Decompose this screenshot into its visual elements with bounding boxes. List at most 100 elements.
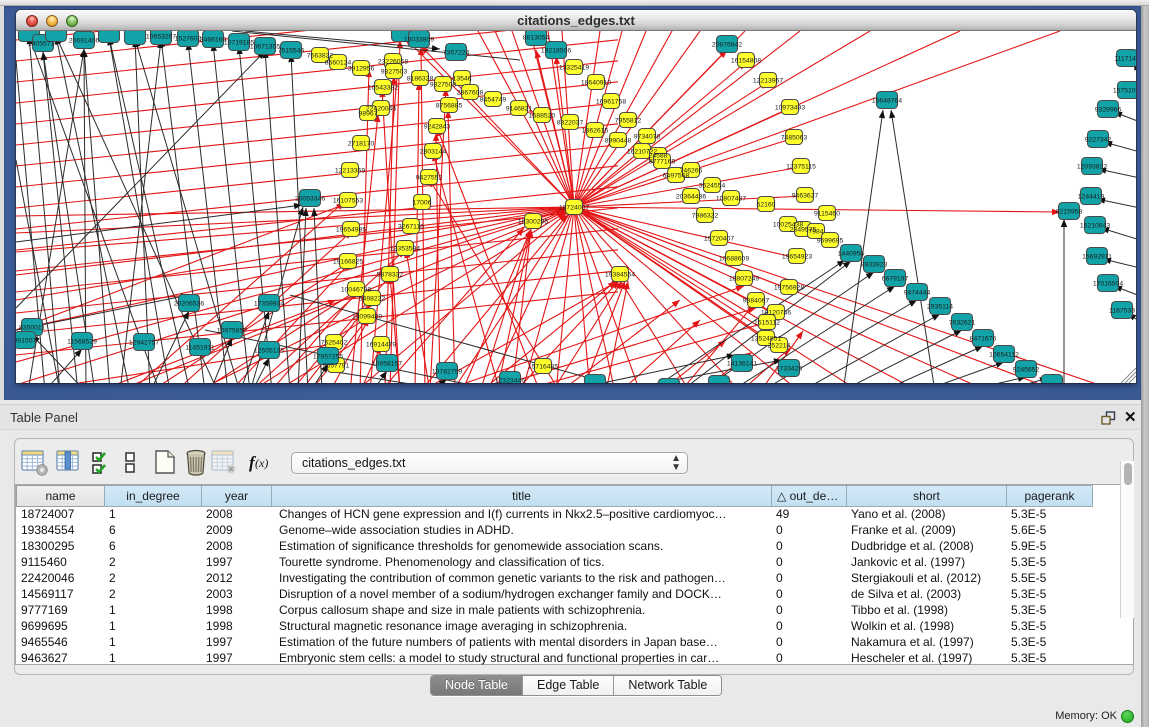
svg-text:7357224: 7357224 (443, 49, 470, 56)
svg-text:15720407: 15720407 (704, 235, 734, 242)
svg-text:7986322: 7986322 (692, 212, 719, 219)
svg-text:8215958: 8215958 (1056, 208, 1083, 215)
svg-text:8454749: 8454749 (480, 96, 507, 103)
svg-text:19218506: 19218506 (541, 47, 571, 54)
svg-text:12353594: 12353594 (390, 245, 420, 252)
svg-text:1167533: 1167533 (1109, 307, 1135, 314)
svg-text:9427552: 9427552 (416, 174, 443, 181)
svg-text:16961758: 16961758 (596, 98, 626, 105)
svg-text:9699695: 9699695 (817, 237, 844, 244)
svg-text:6679197: 6679197 (882, 275, 909, 282)
svg-text:1733426: 1733426 (776, 365, 803, 372)
svg-text:1362615: 1362615 (582, 127, 609, 134)
svg-text:2718170: 2718170 (348, 140, 375, 147)
svg-text:5498222: 5498222 (359, 295, 386, 302)
svg-text:1615112: 1615112 (754, 319, 780, 326)
svg-text:14099489: 14099489 (352, 313, 382, 320)
svg-text:1244419: 1244419 (1078, 193, 1105, 200)
svg-text:10671355: 10671355 (250, 43, 280, 50)
svg-text:12375115: 12375115 (786, 163, 816, 170)
svg-text:8322037: 8322037 (557, 119, 584, 126)
svg-text:8813054: 8813054 (523, 34, 550, 41)
svg-text:9384067: 9384067 (743, 297, 770, 304)
svg-text:10543382: 10543382 (368, 84, 398, 91)
svg-text:13546: 13546 (453, 75, 472, 82)
svg-text:9327508: 9327508 (430, 81, 457, 88)
svg-text:20053346: 20053346 (295, 195, 325, 202)
svg-text:13524851: 13524851 (751, 335, 781, 342)
svg-text:12942757: 12942757 (129, 339, 159, 346)
svg-text:8471676: 8471676 (970, 335, 997, 342)
svg-text:19166825: 19166825 (333, 258, 363, 265)
svg-text:9115460: 9115460 (814, 210, 840, 217)
svg-text:7632621: 7632621 (949, 319, 976, 326)
svg-text:3624554: 3624554 (699, 182, 726, 189)
svg-text:14136141: 14136141 (727, 360, 757, 367)
svg-text:19756928: 19756928 (774, 284, 804, 291)
svg-text:98967: 98967 (359, 110, 378, 117)
svg-text:2935114: 2935114 (927, 303, 953, 310)
svg-text:12093822: 12093822 (1077, 163, 1107, 170)
svg-text:10653267: 10653267 (146, 33, 176, 40)
svg-text:9227342: 9227342 (1085, 136, 1112, 143)
svg-text:19654985: 19654985 (336, 226, 366, 233)
svg-text:20206536: 20206536 (174, 300, 204, 307)
svg-text:1440954: 1440954 (838, 250, 865, 257)
svg-text:14055714: 14055714 (28, 40, 58, 47)
svg-text:11451911: 11451911 (185, 344, 214, 351)
svg-text:16107553: 16107553 (333, 197, 363, 204)
svg-text:10046798: 10046798 (341, 286, 371, 293)
svg-text:2867608: 2867608 (457, 89, 484, 96)
svg-text:7663822: 7663822 (307, 52, 334, 59)
svg-text:3912956: 3912956 (348, 65, 375, 72)
svg-text:17006: 17006 (413, 199, 432, 206)
svg-text:17359934: 17359934 (254, 300, 284, 307)
svg-text:16914479: 16914479 (366, 341, 396, 348)
svg-text:(x): (x) (255, 456, 268, 470)
svg-text:12213967: 12213967 (753, 77, 783, 84)
svg-text:62160: 62160 (757, 201, 776, 208)
svg-text:12213369: 12213369 (335, 167, 365, 174)
svg-text:16033809: 16033809 (404, 36, 434, 43)
svg-text:19654923: 19654923 (782, 253, 812, 260)
svg-text:7984: 7984 (808, 228, 823, 235)
svg-text:2803144: 2803144 (420, 148, 447, 155)
svg-text:9242843: 9242843 (424, 123, 451, 130)
svg-text:20876842: 20876842 (712, 41, 742, 48)
svg-text:10807487: 10807487 (716, 195, 746, 202)
svg-text:10973493: 10973493 (775, 104, 805, 111)
svg-text:8466160: 8466160 (200, 36, 227, 43)
svg-text:9245652: 9245652 (1013, 366, 1040, 373)
svg-text:10120746: 10120746 (761, 309, 791, 316)
svg-text:10975857: 10975857 (217, 327, 247, 334)
svg-text:391507: 391507 (16, 337, 37, 344)
svg-text:18640910: 18640910 (581, 79, 611, 86)
svg-text:9463627: 9463627 (792, 192, 819, 199)
svg-text:16154808: 16154808 (731, 57, 761, 64)
svg-text:9734078: 9734078 (634, 133, 661, 140)
svg-text:10654112: 10654112 (989, 351, 1019, 358)
svg-text:1527602: 1527602 (175, 35, 202, 42)
svg-text:1588520: 1588520 (529, 112, 556, 119)
svg-text:9474444: 9474444 (904, 289, 931, 296)
svg-text:17016504: 17016504 (1093, 280, 1123, 287)
svg-text:10782759: 10782759 (432, 368, 462, 375)
svg-text:23226058: 23226058 (378, 58, 408, 65)
svg-text:20364436: 20364436 (676, 193, 706, 200)
svg-text:18300295: 18300295 (518, 218, 548, 225)
svg-text:12323446: 12323446 (495, 377, 525, 383)
svg-text:5878332: 5878332 (377, 271, 404, 278)
svg-text:7955812: 7955812 (615, 117, 642, 124)
svg-text:9327503: 9327503 (381, 68, 408, 75)
svg-text:18724007: 18724007 (559, 204, 589, 211)
svg-text:7485063: 7485063 (781, 134, 808, 141)
svg-text:252214: 252214 (768, 342, 791, 349)
svg-text:10688609: 10688609 (719, 255, 749, 262)
svg-text:10958157: 10958157 (372, 360, 402, 367)
svg-text:17957255: 17957255 (313, 353, 343, 360)
svg-text:9777169: 9777169 (649, 158, 676, 165)
svg-text:9146821: 9146821 (506, 105, 533, 112)
svg-text:13325419: 13325419 (559, 64, 589, 71)
svg-text:8756885: 8756885 (436, 102, 463, 109)
svg-text:15692911: 15692911 (1082, 253, 1112, 260)
